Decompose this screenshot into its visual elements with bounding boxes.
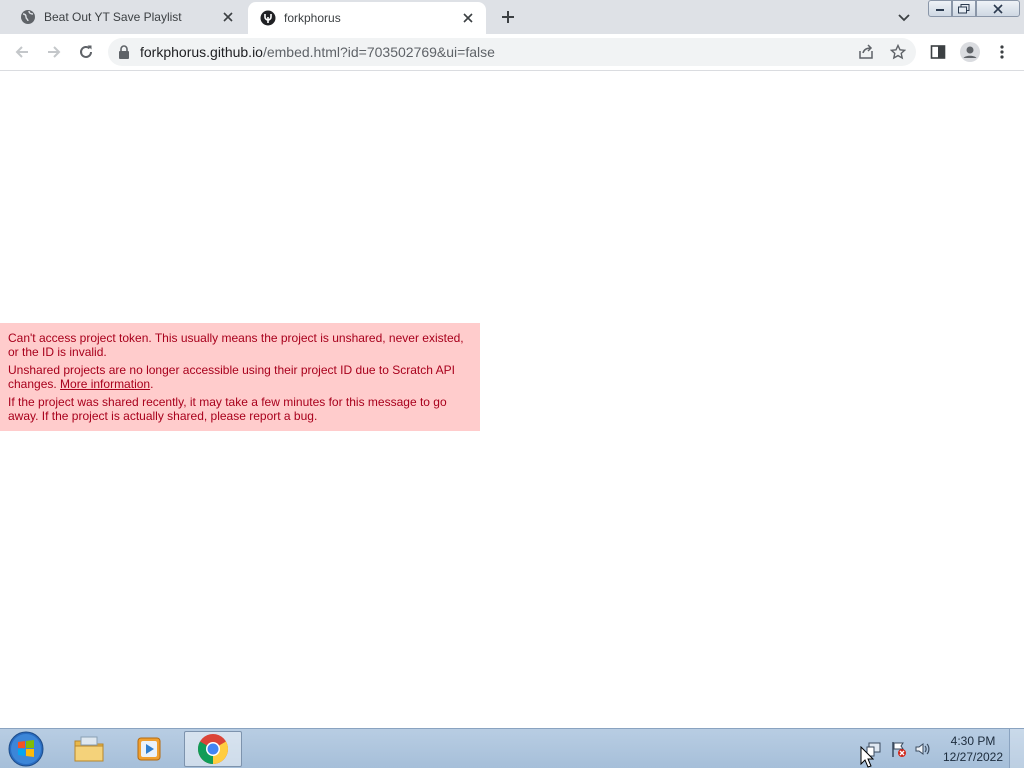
minimize-button[interactable] <box>928 0 952 17</box>
side-panel-icon <box>930 45 946 59</box>
tab-close-button[interactable] <box>220 9 236 25</box>
error-line-2-end: . <box>150 377 154 391</box>
tab-beat-out[interactable]: Beat Out YT Save Playlist <box>8 0 246 34</box>
profile-button[interactable] <box>958 40 982 64</box>
clock-date: 12/27/2022 <box>942 750 1004 764</box>
close-icon <box>463 13 473 23</box>
avatar-icon <box>960 42 980 62</box>
clock-time: 4:30 PM <box>950 734 996 748</box>
star-icon <box>890 44 906 60</box>
mouse-cursor-icon <box>860 746 874 768</box>
close-icon <box>223 12 233 22</box>
restore-icon <box>958 3 970 13</box>
tab-title: Beat Out YT Save Playlist <box>44 10 182 24</box>
tab-forkphorus[interactable]: forkphorus <box>248 2 486 34</box>
arrow-right-icon <box>48 46 61 58</box>
tab-close-button[interactable] <box>460 10 476 26</box>
reload-icon <box>80 45 92 58</box>
arrow-left-icon <box>15 46 28 58</box>
side-panel-button[interactable] <box>926 40 950 64</box>
back-button[interactable] <box>10 40 34 64</box>
start-button[interactable] <box>6 730 46 768</box>
page-content: Can't access project token. This usually… <box>0 71 1024 728</box>
restore-button[interactable] <box>952 0 976 17</box>
taskbar-chrome[interactable] <box>184 731 242 767</box>
chrome-icon <box>197 734 229 764</box>
error-line-3: If the project was shared recently, it m… <box>8 395 447 423</box>
taskbar-media-player[interactable] <box>120 731 178 767</box>
chevron-down-icon[interactable] <box>896 9 912 25</box>
more-information-link[interactable]: More information <box>60 377 150 391</box>
system-clock[interactable]: 4:30 PM 12/27/2022 <box>938 733 1008 765</box>
browser-toolbar: forkphorus.github.io/embed.html?id=70350… <box>0 34 1024 71</box>
menu-button[interactable] <box>990 40 1014 64</box>
taskbar-file-explorer[interactable] <box>60 731 118 767</box>
address-bar[interactable]: forkphorus.github.io/embed.html?id=70350… <box>108 38 916 66</box>
volume-icon[interactable] <box>914 741 930 757</box>
more-vert-icon <box>1000 45 1004 59</box>
show-desktop-button[interactable] <box>1009 729 1024 768</box>
error-message-box: Can't access project token. This usually… <box>0 323 480 431</box>
forkphorus-icon <box>260 10 276 26</box>
close-icon <box>993 3 1003 14</box>
url-domain: forkphorus.github.io <box>140 44 263 60</box>
file-explorer-icon <box>74 736 104 762</box>
tab-strip: Beat Out YT Save Playlist forkphorus <box>0 0 1024 34</box>
tab-title: forkphorus <box>284 11 341 25</box>
globe-icon <box>21 10 35 24</box>
lock-icon <box>119 45 129 59</box>
share-button[interactable] <box>854 40 878 64</box>
close-window-button[interactable] <box>976 0 1020 17</box>
minimize-icon <box>936 8 944 11</box>
reload-button[interactable] <box>74 40 98 64</box>
share-icon <box>859 44 873 59</box>
network-error-icon[interactable] <box>890 741 906 757</box>
windows-start-icon <box>8 731 44 767</box>
url-path: /embed.html?id=703502769&ui=false <box>262 44 495 60</box>
forward-button[interactable] <box>42 40 66 64</box>
error-line-2: Unshared projects are no longer accessib… <box>8 363 472 391</box>
bookmark-button[interactable] <box>886 40 910 64</box>
error-line-1: Can't access project token. This usually… <box>8 331 464 359</box>
media-player-icon <box>137 737 161 761</box>
plus-icon <box>502 11 514 23</box>
url-text: forkphorus.github.io/embed.html?id=70350… <box>140 44 495 60</box>
new-tab-button[interactable] <box>498 7 518 27</box>
